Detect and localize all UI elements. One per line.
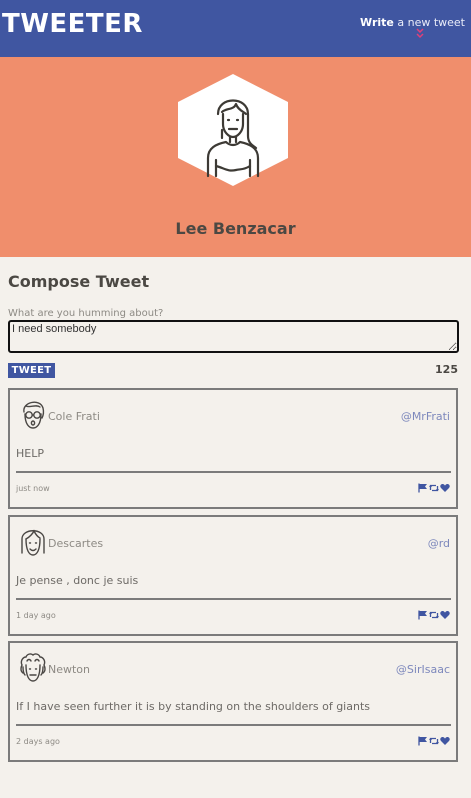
double-chevron-down-icon[interactable] [416,28,424,39]
tweet-timestamp: 1 day ago [16,611,56,620]
brand-logo[interactable]: TWEETER [2,9,143,39]
top-nav: TWEETER Write a new tweet [0,0,471,57]
tweet-input[interactable]: I need somebody [8,320,459,353]
tweet-text: If I have seen further it is by standing… [16,700,370,713]
tweet-divider [16,724,451,726]
tweet-author-handle[interactable]: @MrFrati [401,410,450,423]
long-hair-user-avatar-icon [21,529,45,556]
tweet-author-name: Descartes [48,537,104,550]
heart-icon[interactable] [440,736,450,746]
tweet-timestamp: just now [16,484,50,493]
profile-avatar [178,74,288,186]
curly-hair-user-avatar-icon [20,653,46,682]
write-label: Write [360,16,394,29]
heart-icon[interactable] [440,483,450,493]
tweet-author-handle[interactable]: @rd [428,537,450,550]
compose-title: Compose Tweet [8,272,150,291]
tweet-card: Descartes @rd Je pense , donc je suis 1 … [8,515,458,636]
tweet-author-name: Cole Frati [48,410,100,423]
retweet-icon[interactable] [429,610,439,620]
profile-header: Lee Benzacar [0,57,471,257]
flag-icon[interactable] [418,736,428,746]
tweet-author-name: Newton [48,663,91,676]
tweet-actions [418,610,450,620]
retweet-icon[interactable] [429,483,439,493]
flag-icon[interactable] [418,610,428,620]
profile-name: Lee Benzacar [175,219,296,238]
glasses-user-avatar-icon [23,401,45,429]
character-counter: 125 [435,363,458,376]
tweet-divider [16,598,451,600]
tweet-divider [16,471,451,473]
tweet-text: Je pense , donc je suis [16,574,139,587]
tweet-timestamp: 2 days ago [16,737,60,746]
retweet-icon[interactable] [429,736,439,746]
tweet-actions [418,483,450,493]
compose-label: What are you humming about? [8,308,164,319]
tweet-actions [418,736,450,746]
write-new-tweet-toggle[interactable]: Write a new tweet [360,16,465,29]
tweet-button[interactable]: TWEET [8,363,55,378]
write-rest-label: a new tweet [393,16,465,29]
tweet-author-handle[interactable]: @SirIsaac [396,663,450,676]
tweet-card: Cole Frati @MrFrati HELP just now [8,388,458,509]
flag-icon[interactable] [418,483,428,493]
tweet-card: Newton @SirIsaac If I have seen further … [8,641,458,762]
tweet-text: HELP [16,447,44,460]
heart-icon[interactable] [440,610,450,620]
